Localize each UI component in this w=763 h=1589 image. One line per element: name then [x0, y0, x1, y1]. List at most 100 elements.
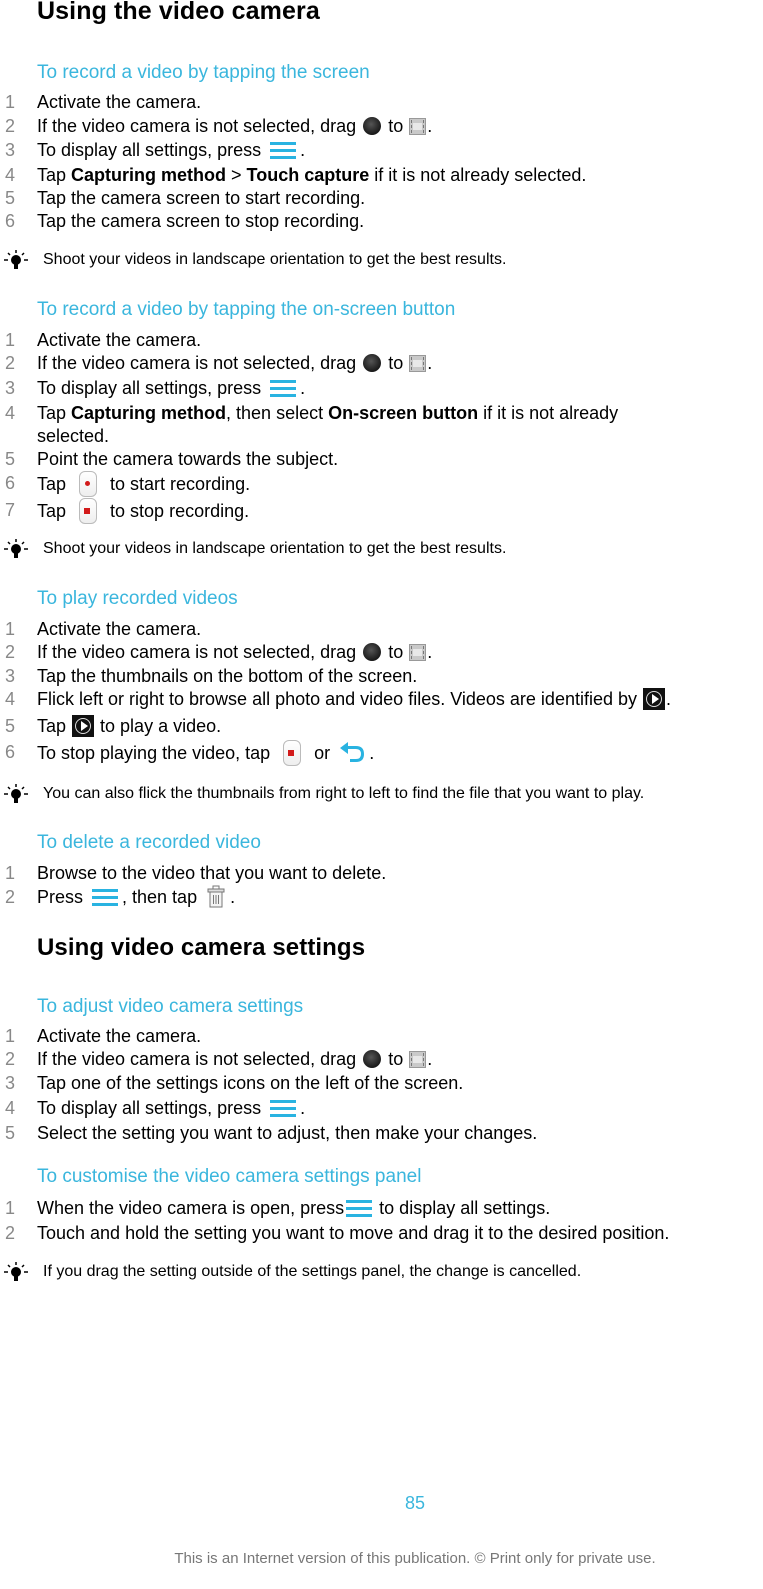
section-title: To customise the video camera settings p… — [37, 1166, 422, 1187]
step-number: 2 — [5, 1223, 16, 1243]
step-number: 5 — [5, 716, 16, 736]
video-mode-icon — [409, 1050, 427, 1068]
step-text: , then select — [226, 403, 329, 423]
step-number: 5 — [5, 1123, 16, 1143]
step-text: to start recording. — [105, 473, 251, 494]
step-text: Press — [37, 887, 89, 907]
tip-text: You can also flick the thumbnails from r… — [43, 785, 645, 802]
step-text: Tap — [37, 716, 72, 736]
step-text: Tap the thumbnails on the bottom of the … — [37, 666, 418, 686]
step-number: 6 — [5, 742, 16, 762]
step-text: To display all settings, press — [37, 140, 267, 160]
step-text: If the video camera is not selected, dra… — [37, 353, 362, 373]
video-mode-icon — [409, 117, 427, 135]
step-text: to — [383, 353, 409, 373]
step-number: 5 — [5, 188, 16, 208]
step-text: If the video camera is not selected, dra… — [37, 1049, 362, 1069]
tip-text: Shoot your videos in landscape orientati… — [43, 251, 507, 268]
step-number: 3 — [5, 666, 16, 686]
step-text: . — [369, 742, 375, 763]
step-text: to stop recording. — [105, 500, 250, 521]
step-text: . — [300, 1098, 306, 1118]
step-text: Tap the camera screen to stop recording. — [37, 211, 365, 231]
camera-mode-knob-icon — [363, 1050, 382, 1069]
play-video-icon — [643, 688, 665, 711]
step-number: 2 — [5, 353, 16, 373]
play-video-icon — [72, 715, 95, 738]
step-text: Point the camera towards the subject. — [37, 449, 339, 469]
step-text: Tap — [37, 165, 72, 185]
step-number: 4 — [5, 165, 16, 185]
section-title: To delete a recorded video — [37, 832, 261, 853]
step-number: 2 — [5, 887, 16, 907]
step-number: 2 — [5, 116, 16, 136]
menu-icon — [268, 138, 298, 160]
step-number: 4 — [5, 689, 16, 709]
record-button-icon — [79, 471, 98, 497]
page-heading: Using the video camera — [37, 0, 320, 25]
step-number: 1 — [5, 619, 16, 639]
step-number: 1 — [5, 1026, 16, 1046]
trash-icon — [207, 885, 225, 908]
page-number: 85 — [404, 1493, 426, 1513]
camera-mode-knob-icon — [363, 354, 382, 373]
step-text: if it is not already — [478, 403, 619, 423]
step-text: If the video camera is not selected, dra… — [37, 116, 362, 136]
step-number: 5 — [5, 449, 16, 469]
step-text: to — [383, 116, 409, 136]
lightbulb-icon — [4, 784, 28, 803]
step-text: Tap one of the settings icons on the lef… — [37, 1073, 464, 1093]
step-text: Tap — [37, 473, 72, 494]
video-mode-icon — [409, 643, 427, 661]
step-number: 6 — [5, 473, 16, 493]
step-text: . — [300, 140, 306, 160]
step-number: 1 — [5, 1198, 16, 1218]
camera-mode-knob-icon — [363, 117, 382, 136]
ui-term: Capturing method — [71, 403, 227, 423]
tip-text: Shoot your videos in landscape orientati… — [43, 540, 507, 557]
step-number: 1 — [5, 330, 16, 350]
step-number: 2 — [5, 1049, 16, 1069]
step-text: selected. — [37, 426, 110, 446]
video-mode-icon — [409, 354, 427, 372]
step-text: If the video camera is not selected, dra… — [37, 642, 362, 662]
step-text: To display all settings, press — [37, 378, 267, 398]
step-text: Tap — [37, 403, 72, 423]
step-text: if it is not already selected. — [369, 165, 587, 185]
step-text: Activate the camera. — [37, 619, 202, 639]
step-text: . — [666, 689, 672, 709]
menu-icon — [268, 376, 298, 398]
ui-term: Capturing method — [71, 165, 227, 185]
step-text: to — [383, 642, 409, 662]
step-text: To display all settings, press — [37, 1098, 267, 1118]
ui-term: Touch capture — [246, 165, 370, 185]
step-text: Tap — [37, 500, 72, 521]
step-number: 6 — [5, 211, 16, 231]
step-text: or — [309, 742, 336, 763]
section-title: To adjust video camera settings — [37, 996, 304, 1017]
step-text: Select the setting you want to adjust, t… — [37, 1123, 538, 1143]
ui-term: On-screen button — [328, 403, 479, 423]
lightbulb-icon — [4, 1262, 28, 1281]
footer-note: This is an Internet version of this publ… — [174, 1550, 656, 1567]
step-text: , then tap — [122, 887, 203, 907]
step-text: to display all settings. — [374, 1198, 551, 1218]
step-number: 3 — [5, 140, 16, 160]
step-text: > — [226, 165, 247, 185]
step-text: . — [300, 378, 306, 398]
section-title: To play recorded videos — [37, 588, 238, 609]
step-number: 1 — [5, 863, 16, 883]
menu-icon — [268, 1096, 298, 1118]
step-text: . — [427, 1049, 433, 1069]
step-number: 4 — [5, 403, 16, 423]
step-text: To stop playing the video, tap — [37, 742, 276, 763]
back-icon — [340, 742, 365, 762]
step-number: 2 — [5, 642, 16, 662]
step-text: Activate the camera. — [37, 1026, 202, 1046]
lightbulb-icon — [4, 250, 28, 269]
step-number: 4 — [5, 1098, 16, 1118]
tip-text: If you drag the setting outside of the s… — [43, 1263, 582, 1280]
step-text: When the video camera is open, press — [37, 1198, 345, 1218]
lightbulb-icon — [4, 539, 28, 558]
page-heading: Using video camera settings — [37, 934, 366, 961]
